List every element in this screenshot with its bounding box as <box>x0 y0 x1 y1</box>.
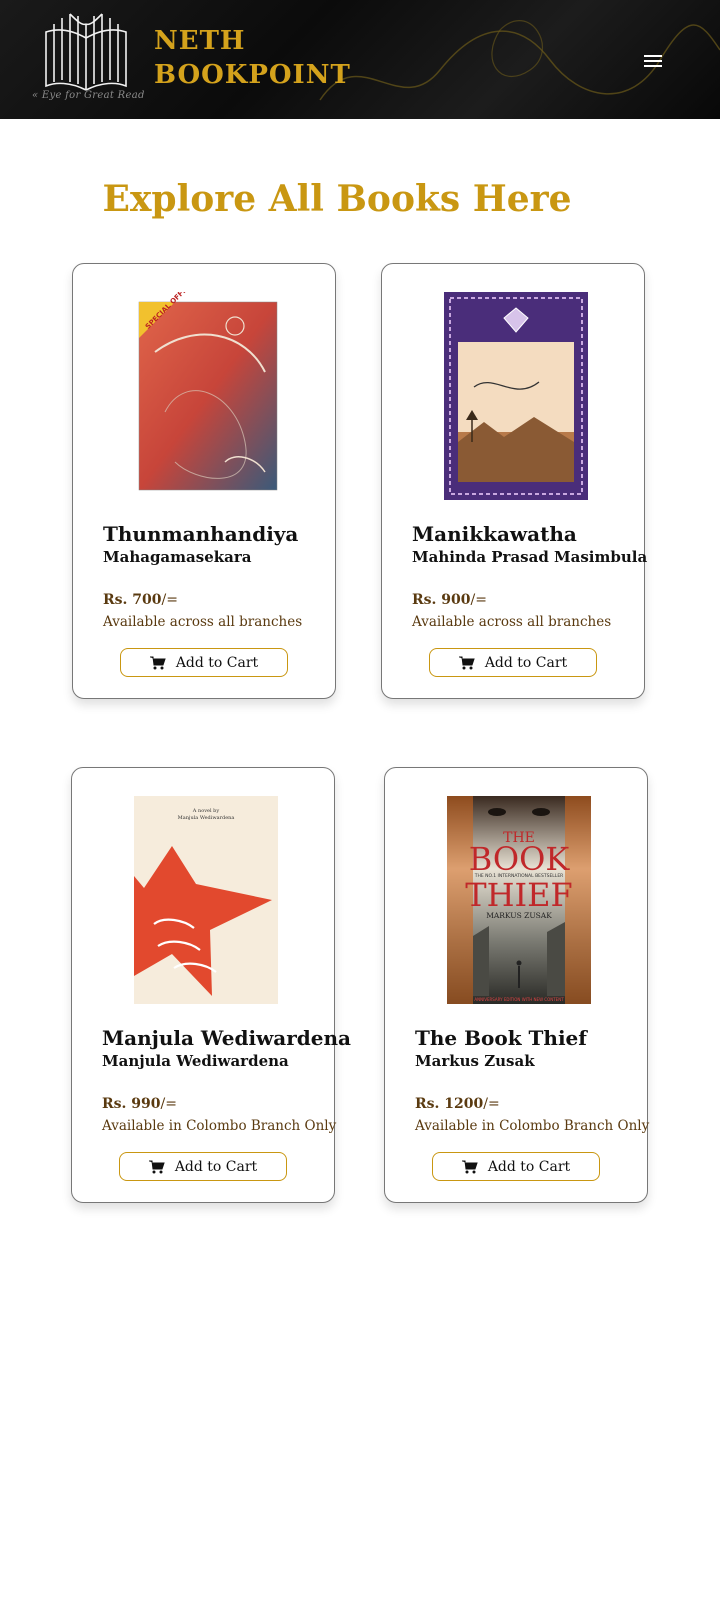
add-to-cart-label: Add to Cart <box>175 654 259 671</box>
availability-text: Available across all branches <box>412 614 612 630</box>
price-suffix: /= <box>161 592 178 608</box>
cover-author-text: Manjula Wediwardena <box>178 815 235 821</box>
cover-top-text: A novel by <box>192 808 220 814</box>
cover-footer: ANNIVERSARY EDITION WITH NEW CONTENT <box>474 997 564 1002</box>
book-cover-image[interactable] <box>444 292 588 500</box>
book-title[interactable]: Thunmanhandiya <box>103 522 298 546</box>
cover-title-2: BOOK <box>469 840 571 878</box>
price-amount: Rs. 700 <box>103 592 162 608</box>
cart-icon <box>149 656 166 669</box>
book-card[interactable]: A novel by Manjula Wediwardena Manjula W… <box>71 767 351 1203</box>
add-to-cart-button[interactable]: Add to Cart <box>429 648 597 677</box>
availability-text: Available in Colombo Branch Only <box>415 1118 650 1134</box>
book-cover-image[interactable]: THE BOOK THE NO.1 INTERNATIONAL BESTSELL… <box>447 796 591 1004</box>
book-card[interactable]: SPECIAL OFFER Thunmanhandiya Mahagamasek… <box>72 263 336 699</box>
book-author: Manjula Wediwardena <box>102 1052 289 1070</box>
add-to-cart-button[interactable]: Add to Cart <box>119 1152 287 1181</box>
cart-icon <box>461 1160 478 1173</box>
brand-line-2: BOOKPOINT <box>154 60 351 90</box>
site-header: « Eye for Great Read NETH BOOKPOINT <box>0 0 720 119</box>
price-suffix: /= <box>483 1096 500 1112</box>
price-amount: Rs. 900 <box>412 592 471 608</box>
price-amount: Rs. 1200 <box>415 1096 484 1112</box>
book-card[interactable]: THE BOOK THE NO.1 INTERNATIONAL BESTSELL… <box>384 767 650 1203</box>
book-price: Rs. 700/= <box>103 592 178 608</box>
add-to-cart-label: Add to Cart <box>487 1158 571 1175</box>
price-suffix: /= <box>470 592 487 608</box>
book-title[interactable]: Manikkawatha <box>412 522 577 546</box>
cart-icon <box>458 656 475 669</box>
cart-icon <box>148 1160 165 1173</box>
add-to-cart-label: Add to Cart <box>174 1158 258 1175</box>
book-author: Mahinda Prasad Masimbula <box>412 548 648 566</box>
brand-name[interactable]: NETH BOOKPOINT <box>154 24 351 92</box>
brand-line-1: NETH <box>154 26 246 56</box>
page-title: Explore All Books Here <box>102 178 572 220</box>
book-author: Markus Zusak <box>415 1052 535 1070</box>
book-price: Rs. 1200/= <box>415 1096 500 1112</box>
book-card[interactable]: Manikkawatha Mahinda Prasad Masimbula Rs… <box>381 263 648 699</box>
add-to-cart-button[interactable]: Add to Cart <box>120 648 288 677</box>
book-title[interactable]: Manjula Wediwardena <box>102 1026 351 1050</box>
cover-title-3: THIEF <box>465 876 572 914</box>
book-cover-image[interactable]: A novel by Manjula Wediwardena <box>134 796 278 1004</box>
price-suffix: /= <box>160 1096 177 1112</box>
book-author: Mahagamasekara <box>103 548 252 566</box>
hamburger-menu-icon[interactable] <box>644 52 672 76</box>
book-price: Rs. 990/= <box>102 1096 177 1112</box>
add-to-cart-label: Add to Cart <box>484 654 568 671</box>
book-title[interactable]: The Book Thief <box>415 1026 587 1050</box>
book-cover-image[interactable]: SPECIAL OFFER <box>135 292 279 500</box>
availability-text: Available across all branches <box>103 614 303 630</box>
book-price: Rs. 900/= <box>412 592 487 608</box>
cover-author: MARKUS ZUSAK <box>486 911 552 920</box>
price-amount: Rs. 990 <box>102 1096 161 1112</box>
add-to-cart-button[interactable]: Add to Cart <box>432 1152 600 1181</box>
brand-tagline: « Eye for Great Read <box>32 90 145 101</box>
availability-text: Available in Colombo Branch Only <box>102 1118 337 1134</box>
